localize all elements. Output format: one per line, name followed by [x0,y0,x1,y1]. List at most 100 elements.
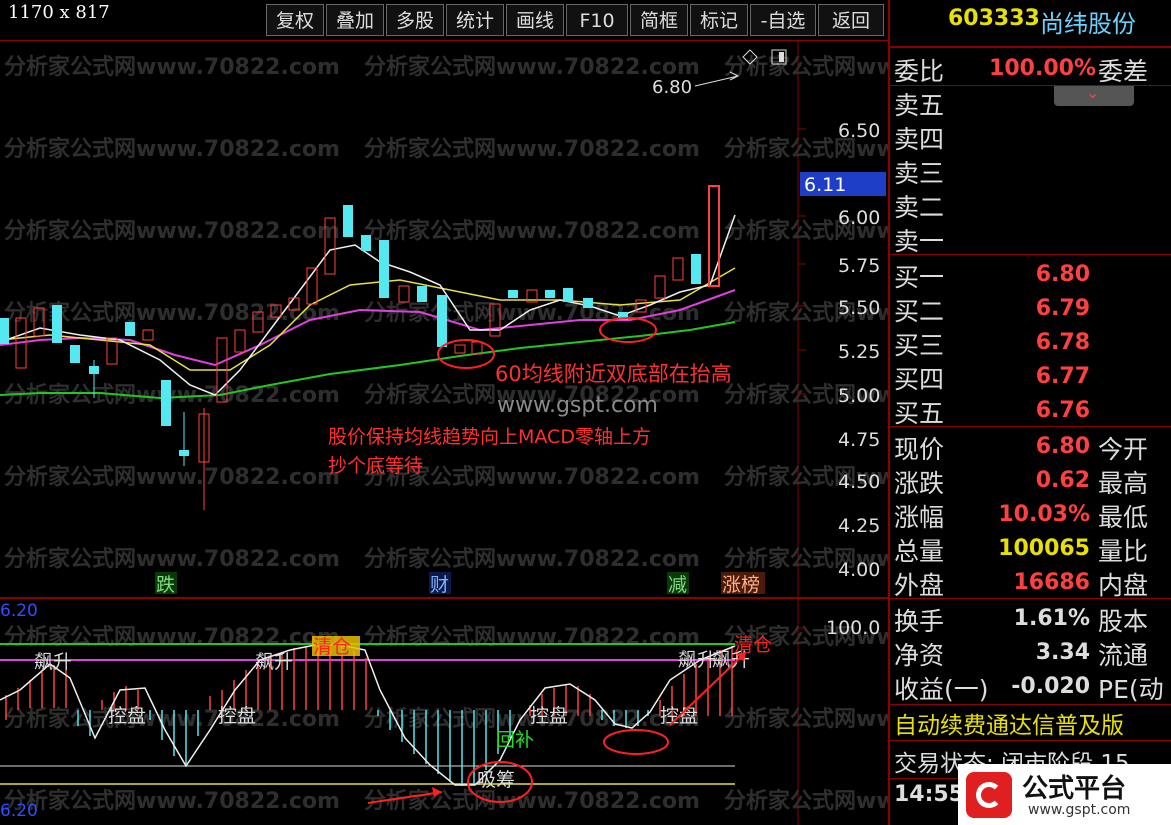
watermark: 分析家公式网www.70822.com [4,464,340,490]
quote-label: 内盘 [1098,571,1149,600]
ratio-value: 100.00% [989,56,1096,81]
second-bottom-circle [603,729,669,755]
price-tick: 6.00 [838,207,880,229]
menu-mark[interactable]: 标记 [690,4,748,36]
stock-code: 603333 [948,6,1040,31]
indicator-top-label: 6.20 [0,601,38,621]
signal-label: 飙升 [34,651,72,673]
watermark: 分析家公式网www.70822.com [4,382,340,408]
quote-panel: 委比 100.00% 委差 ⌄ 卖五 卖四 卖三 卖二 卖一 买一 6.80 买… [888,40,1171,825]
bid-5-label: 买五 [894,399,945,428]
divider [890,426,1171,427]
quote-value: 100065 [998,536,1090,561]
price-tick: 5.50 [838,297,880,319]
marquee-ad[interactable]: 自动续费通达信普及版 [894,706,1124,740]
divider [890,598,1171,599]
logo: 公式平台 www.gspt.com [958,764,1171,825]
watermark: 分析家公式网www.70822.com [724,788,888,814]
bid-4-label: 买四 [894,365,945,394]
menu-back[interactable]: 返回 [818,4,884,36]
candle-down [563,288,573,302]
logo-text: 公式平台 [1022,774,1127,804]
watermark: 分析家公式网www.70822.com [4,136,340,162]
candle-limit-up [708,185,720,287]
candle-down [0,318,9,344]
kline-chart[interactable]: 分析家公式网www.70822.com 分析家公式网www.70822.com … [0,40,888,825]
ask-1-label: 卖一 [894,227,945,256]
watermark: 分析家公式网www.70822.com [4,624,340,650]
event-badge-reduce[interactable]: 减 [668,574,687,596]
quote-label: 量比 [1098,537,1149,566]
divider [890,46,1171,48]
price-tick: 6.50 [838,120,880,142]
candle-down [343,205,353,237]
watermark: 分析家公式网www.70822.com [364,624,700,650]
quote-label: 净资 [894,641,945,670]
ask-2-label: 卖二 [894,193,945,222]
candle-up [454,344,466,354]
watermark: 分析家公式网www.70822.com [364,788,700,814]
signal-label: 回补 [496,729,534,751]
watermark: 分析家公式网www.70822.com [4,788,340,814]
panel-toggle-fill [779,52,784,62]
menu-simple[interactable]: 简框 [630,4,688,36]
ask-3-label: 卖三 [894,159,945,188]
watermark: 分析家公式网www.70822.com [364,218,700,244]
price-tick: 4.00 [838,559,880,581]
watermark: 分析家公式网www.70822.com [364,136,700,162]
signal-label: 控盘 [218,705,256,727]
quote-label: PE(动 [1098,675,1164,704]
bid-5-price: 6.76 [1035,398,1090,423]
candle-down [52,305,62,343]
bid-3-price: 6.78 [1035,330,1090,355]
candle-up [398,285,410,303]
logo-g-shape [976,782,1002,808]
quote-value: 1.61% [1013,606,1090,631]
event-badge-fall[interactable]: 跌 [156,574,175,596]
bid-1-price: 6.80 [1035,262,1090,287]
menu-overlay[interactable]: 叠加 [326,4,384,36]
quote-label: 最低 [1098,503,1149,532]
event-badge-finance[interactable]: 财 [430,574,449,596]
menu-watchlist[interactable]: -自选 [750,4,816,36]
bid-4-price: 6.77 [1035,364,1090,389]
toolbar: 1170 x 817 复权 叠加 多股 统计 画线 F10 简框 标记 -自选 … [0,0,1171,40]
quote-label: 总量 [894,537,945,566]
menu-stats[interactable]: 统计 [446,4,504,36]
candle-down [583,298,593,308]
candle-down [437,295,447,347]
menu-fuquan[interactable]: 复权 [266,4,324,36]
chevron-down-icon: ⌄ [1086,83,1100,102]
quote-value: 6.80 [1035,434,1090,459]
signal-label: 控盘 [530,705,568,727]
quote-label: 最高 [1098,469,1149,498]
indicator-axis-value: 100.0 [826,617,880,639]
divider [890,740,1171,741]
signal-label: 清仓 [734,634,772,656]
menu-multi[interactable]: 多股 [386,4,444,36]
logo-url: www.gspt.com [1028,802,1131,818]
candle-down [691,254,701,284]
menu-f10[interactable]: F10 [566,4,628,36]
ask-5-label: 卖五 [894,91,945,120]
candle-down [161,380,171,426]
candle-down [545,290,555,298]
double-bottom-circle-1 [437,339,495,369]
quote-label: 现价 [894,435,945,464]
candle-down [508,290,518,298]
menu-draw[interactable]: 画线 [506,4,564,36]
quote-value: -0.020 [1011,674,1090,699]
expand-toggle[interactable]: ⌄ [1054,83,1134,106]
event-badge-limitup[interactable]: 涨榜 [722,574,760,596]
quote-label: 换手 [894,607,945,636]
price-tick: 5.25 [838,341,880,363]
candle-down [379,240,389,298]
quote-label: 涨幅 [894,503,945,532]
signal-label: 控盘 [108,705,146,727]
price-tick: 5.75 [838,255,880,277]
annotation-double-bottom: 60均线附近双底部在抬高 [495,362,732,386]
watermark: 分析家公式网www.70822.com [364,54,700,80]
candle-down [361,235,371,251]
bid-1-label: 买一 [894,263,945,292]
divider [890,704,1171,705]
